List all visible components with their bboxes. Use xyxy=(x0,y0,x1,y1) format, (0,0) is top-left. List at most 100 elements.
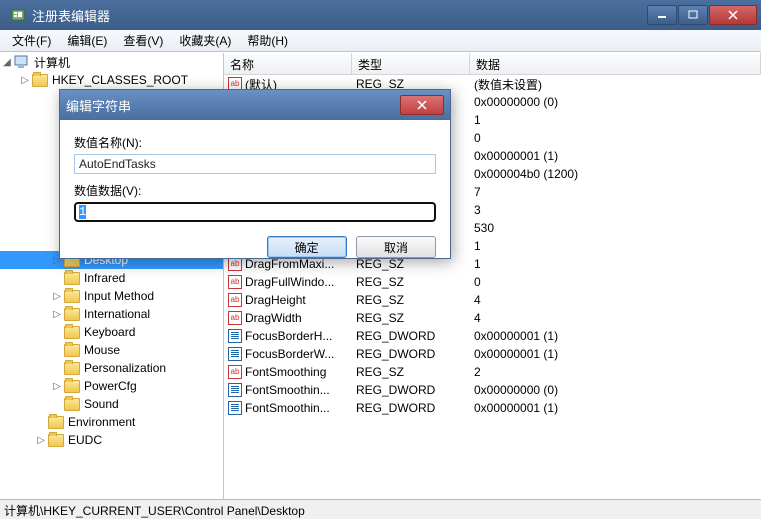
tree-item[interactable]: Personalization xyxy=(0,359,223,377)
tree-item-label: EUDC xyxy=(68,433,102,447)
expander-icon[interactable]: ▷ xyxy=(52,291,62,302)
cell-type: REG_DWORD xyxy=(352,383,470,397)
folder-icon xyxy=(48,434,64,447)
minimize-button[interactable] xyxy=(647,5,677,25)
cell-data: 0x00000001 (1) xyxy=(470,401,761,415)
menu-edit[interactable]: 编辑(E) xyxy=(59,30,115,51)
cell-data: 4 xyxy=(470,293,761,307)
cancel-button[interactable]: 取消 xyxy=(356,236,436,258)
cell-type: REG_SZ xyxy=(352,293,470,307)
cell-data: 1 xyxy=(470,113,761,127)
cell-data: 3 xyxy=(470,203,761,217)
tree-item[interactable]: ▷ HKEY_CLASSES_ROOT xyxy=(0,71,223,89)
table-row[interactable]: FocusBorderW...REG_DWORD0x00000001 (1) xyxy=(224,345,761,363)
tree-item-label: Personalization xyxy=(84,361,166,375)
table-row[interactable]: FontSmoothin...REG_DWORD0x00000001 (1) xyxy=(224,399,761,417)
window-title: 注册表编辑器 xyxy=(32,6,647,25)
table-row[interactable]: FontSmoothingREG_SZ2 xyxy=(224,363,761,381)
string-value-icon xyxy=(228,275,242,289)
cell-name: FontSmoothin... xyxy=(224,401,352,415)
folder-icon xyxy=(64,398,80,411)
table-row[interactable]: FocusBorderH...REG_DWORD0x00000001 (1) xyxy=(224,327,761,345)
window-buttons xyxy=(647,5,757,25)
cell-data: 1 xyxy=(470,257,761,271)
value-name-input xyxy=(74,154,436,174)
tree-item[interactable]: Infrared xyxy=(0,269,223,287)
folder-icon xyxy=(48,416,64,429)
tree-item-label: Environment xyxy=(68,415,135,429)
tree-item[interactable]: Environment xyxy=(0,413,223,431)
cell-data: 530 xyxy=(470,221,761,235)
cell-name: DragHeight xyxy=(224,293,352,307)
menu-view[interactable]: 查看(V) xyxy=(115,30,171,51)
cell-type: REG_SZ xyxy=(352,275,470,289)
expander-icon[interactable]: ▷ xyxy=(52,309,62,320)
table-row[interactable]: DragWidthREG_SZ4 xyxy=(224,309,761,327)
tree-item-label: HKEY_CLASSES_ROOT xyxy=(52,73,188,87)
cell-type: REG_SZ xyxy=(352,365,470,379)
tree-item[interactable]: Mouse xyxy=(0,341,223,359)
binary-value-icon xyxy=(228,329,242,343)
cell-data: 0x00000001 (1) xyxy=(470,347,761,361)
cell-data: 0 xyxy=(470,131,761,145)
folder-icon xyxy=(64,362,80,375)
list-header: 名称 类型 数据 xyxy=(224,53,761,75)
cell-name: FocusBorderW... xyxy=(224,347,352,361)
table-row[interactable]: DragHeightREG_SZ4 xyxy=(224,291,761,309)
tree-item-label: PowerCfg xyxy=(84,379,137,393)
folder-icon xyxy=(64,272,80,285)
cell-name: FontSmoothing xyxy=(224,365,352,379)
tree-item-label: Mouse xyxy=(84,343,120,357)
cell-data: 0 xyxy=(470,275,761,289)
dialog-close-button[interactable] xyxy=(400,95,444,115)
folder-icon xyxy=(64,308,80,321)
value-name-label: 数值名称(N): xyxy=(74,134,436,151)
menu-favorites[interactable]: 收藏夹(A) xyxy=(171,30,239,51)
folder-icon xyxy=(32,74,48,87)
cell-name: FontSmoothin... xyxy=(224,383,352,397)
maximize-button[interactable] xyxy=(678,5,708,25)
value-data-input[interactable] xyxy=(74,202,436,222)
cell-data: 2 xyxy=(470,365,761,379)
string-value-icon xyxy=(228,365,242,379)
cell-type: REG_DWORD xyxy=(352,347,470,361)
tree-item[interactable]: ▷ PowerCfg xyxy=(0,377,223,395)
col-data[interactable]: 数据 xyxy=(470,53,761,74)
folder-icon xyxy=(64,344,80,357)
menu-help[interactable]: 帮助(H) xyxy=(239,30,296,51)
expander-icon[interactable]: ▷ xyxy=(36,435,46,446)
tree-item[interactable]: ▷Input Method xyxy=(0,287,223,305)
cell-data: 0x00000001 (1) xyxy=(470,329,761,343)
cell-data: 4 xyxy=(470,311,761,325)
table-row[interactable]: FontSmoothin...REG_DWORD0x00000000 (0) xyxy=(224,381,761,399)
cell-name: DragWidth xyxy=(224,311,352,325)
tree-root[interactable]: ◢计算机 xyxy=(0,53,223,71)
cell-data: (数值未设置) xyxy=(470,76,761,93)
expander-icon[interactable]: ▷ xyxy=(20,75,30,86)
menubar: 文件(F) 编辑(E) 查看(V) 收藏夹(A) 帮助(H) xyxy=(0,30,761,52)
expander-icon[interactable]: ▷ xyxy=(52,381,62,392)
cell-data: 0x00000000 (0) xyxy=(470,95,761,109)
col-type[interactable]: 类型 xyxy=(352,53,470,74)
menu-file[interactable]: 文件(F) xyxy=(4,30,59,51)
tree-item[interactable]: ▷International xyxy=(0,305,223,323)
dialog-body: 数值名称(N): 数值数据(V): 确定 取消 xyxy=(60,120,450,268)
folder-icon xyxy=(64,290,80,303)
tree-item[interactable]: Sound xyxy=(0,395,223,413)
close-button[interactable] xyxy=(709,5,757,25)
app-icon xyxy=(10,7,26,23)
ok-button[interactable]: 确定 xyxy=(267,236,347,258)
tree-item-label: Infrared xyxy=(84,271,125,285)
cell-data: 0x000004b0 (1200) xyxy=(470,167,761,181)
tree-item[interactable]: ▷ EUDC xyxy=(0,431,223,449)
tree-root-label: 计算机 xyxy=(34,54,70,71)
table-row[interactable]: DragFullWindo...REG_SZ0 xyxy=(224,273,761,291)
col-name[interactable]: 名称 xyxy=(224,53,352,74)
dialog-titlebar[interactable]: 编辑字符串 xyxy=(60,90,450,120)
string-value-icon xyxy=(228,311,242,325)
tree-item[interactable]: Keyboard xyxy=(0,323,223,341)
cell-data: 0x00000000 (0) xyxy=(470,383,761,397)
edit-string-dialog: 编辑字符串 数值名称(N): 数值数据(V): 确定 取消 xyxy=(59,89,451,259)
cell-type: REG_SZ xyxy=(352,311,470,325)
titlebar: 注册表编辑器 xyxy=(0,0,761,30)
